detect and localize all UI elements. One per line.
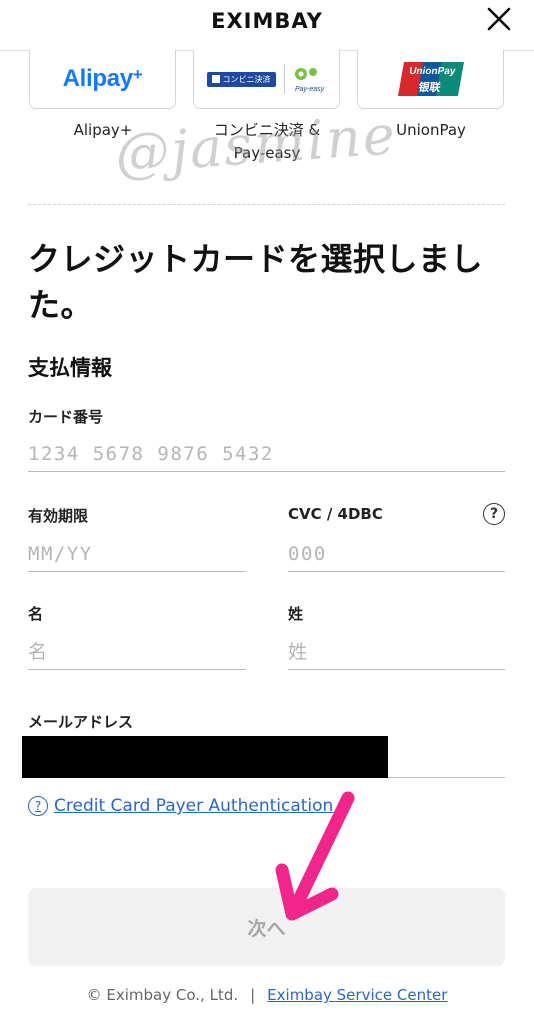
page-title: クレジットカードを選択しました。 bbox=[28, 240, 484, 324]
svg-text:Pay-easy: Pay-easy bbox=[295, 86, 325, 93]
konbini-logo: コンビニ決済 bbox=[206, 71, 276, 87]
card-number-input[interactable] bbox=[28, 436, 505, 472]
card-number-label: カード番号 bbox=[28, 408, 104, 426]
service-center-link[interactable]: Eximbay Service Center bbox=[267, 986, 447, 1004]
footer: © Eximbay Co., Ltd. | Eximbay Service Cent… bbox=[0, 986, 534, 1004]
divider bbox=[28, 204, 505, 205]
redaction-bar bbox=[22, 736, 388, 778]
last-name-input[interactable] bbox=[288, 634, 505, 670]
payer-authentication-link[interactable]: ? Credit Card Payer Authentication bbox=[28, 796, 333, 816]
close-button[interactable] bbox=[484, 4, 514, 34]
copyright-text: © Eximbay Co., Ltd. bbox=[86, 986, 239, 1004]
eximbay-logo: EXIMBAY bbox=[211, 9, 323, 33]
close-icon bbox=[487, 7, 511, 31]
konbini-payeasy-option[interactable]: コンビニ決済 Pay-easy bbox=[193, 50, 340, 109]
footer-separator: | bbox=[250, 986, 256, 1004]
alipay-plus-label: Alipay+ bbox=[73, 121, 133, 139]
alipay-plus-option[interactable]: Alipay+ bbox=[29, 50, 176, 109]
expiry-input[interactable] bbox=[28, 536, 246, 572]
last-name-label: 姓 bbox=[288, 605, 304, 623]
email-label: メールアドレス bbox=[28, 713, 134, 731]
unionpay-label: UnionPay bbox=[396, 121, 466, 139]
unionpay-logo: UnionPay 银联 bbox=[397, 62, 464, 96]
next-button[interactable]: 次へ bbox=[28, 888, 505, 966]
cvc-input[interactable] bbox=[288, 536, 505, 572]
first-name-input[interactable] bbox=[28, 634, 246, 670]
help-icon: ? bbox=[28, 796, 48, 816]
expiry-label: 有効期限 bbox=[28, 507, 89, 525]
first-name-label: 名 bbox=[28, 605, 44, 623]
alipay-plus-logo: Alipay+ bbox=[62, 65, 143, 92]
cvc-label: CVC / 4DBC bbox=[288, 505, 383, 523]
konbini-payeasy-label: コンビニ決済 & Pay-easy bbox=[213, 121, 321, 162]
unionpay-option[interactable]: UnionPay 银联 bbox=[357, 50, 504, 109]
cvc-help-icon[interactable]: ? bbox=[483, 503, 505, 525]
payeasy-logo: Pay-easy bbox=[293, 66, 327, 93]
section-title: 支払情報 bbox=[28, 356, 112, 380]
